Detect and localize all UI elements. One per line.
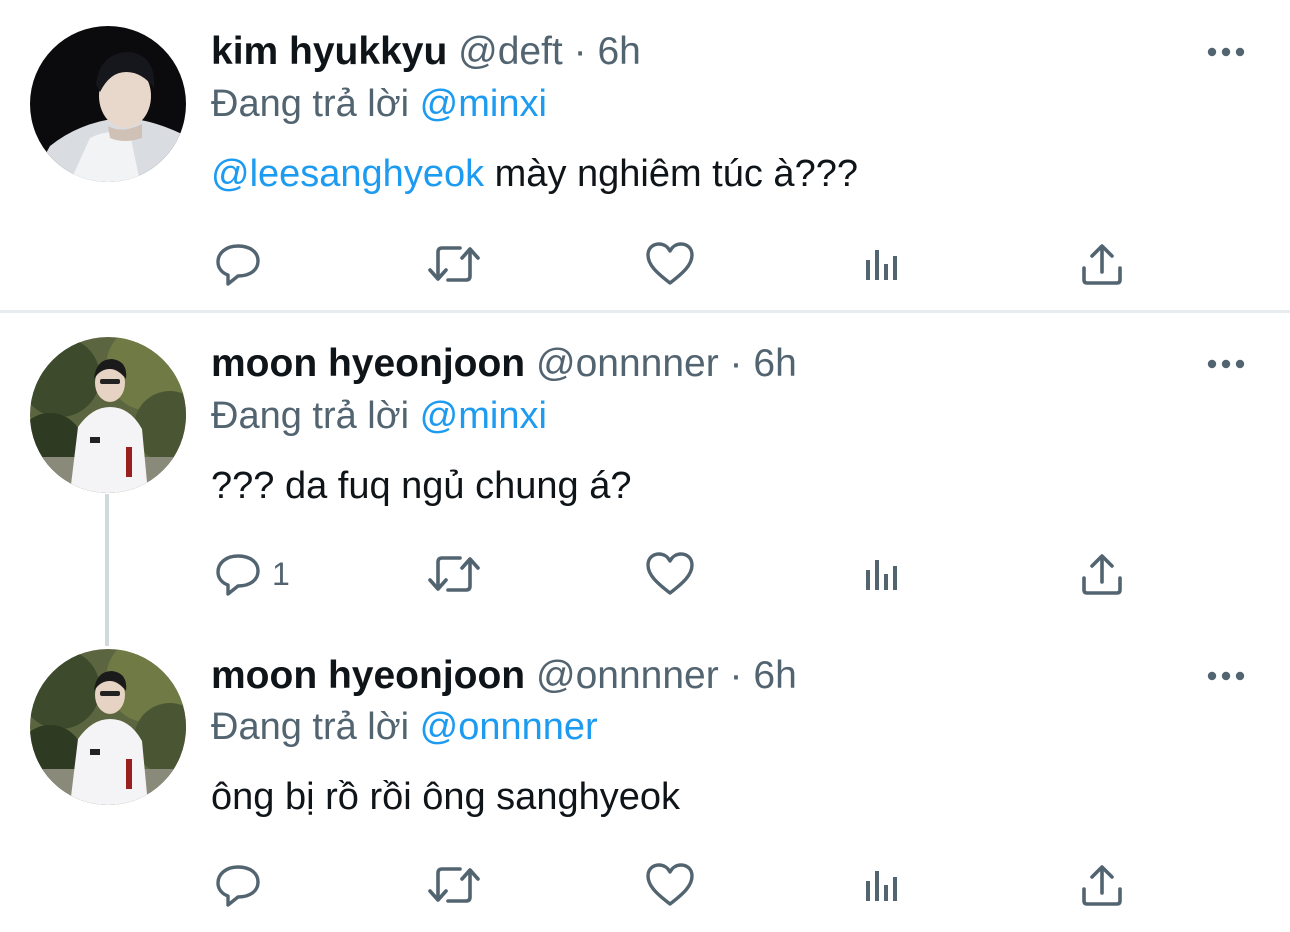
replying-to: Đang trả lời @minxi <box>211 393 547 439</box>
separator-dot: · <box>729 342 743 385</box>
replying-to-mention[interactable]: @onnnner <box>420 706 598 748</box>
tweet-header: moon hyeonjoon @onnnner · 6h <box>211 341 797 387</box>
retweet-icon <box>426 861 482 909</box>
heart-icon <box>645 241 695 287</box>
replying-to: Đang trả lời @onnnner <box>211 704 598 750</box>
replying-to-mention[interactable]: @minxi <box>420 83 547 125</box>
action-bar <box>0 857 1290 913</box>
separator-dot: · <box>573 30 587 73</box>
author-handle[interactable]: @deft <box>458 30 563 73</box>
tweet-text: ??? da fuq ngủ chung á? <box>211 463 632 509</box>
analytics-button[interactable] <box>864 546 904 602</box>
action-bar: 1 <box>0 546 1290 602</box>
author-handle[interactable]: @onnnner <box>536 342 719 385</box>
replying-to-label: Đang trả lời <box>211 395 410 437</box>
heart-icon <box>645 862 695 908</box>
reply-bubble-icon <box>214 861 262 909</box>
like-button[interactable] <box>645 546 695 602</box>
body-text: ông bị rồ rồi ông sanghyeok <box>211 776 680 818</box>
analytics-bars-icon <box>864 867 904 903</box>
retweet-button[interactable] <box>426 236 482 292</box>
reply-button[interactable] <box>214 236 262 292</box>
author-name[interactable]: moon hyeonjoon <box>211 342 525 385</box>
timestamp[interactable]: 6h <box>753 342 796 385</box>
reply-count: 1 <box>272 555 290 592</box>
body-text: ??? da fuq ngủ chung á? <box>211 465 632 507</box>
analytics-bars-icon <box>864 246 904 282</box>
more-button[interactable] <box>1206 44 1246 60</box>
avatar[interactable] <box>30 649 186 805</box>
tweet-header: moon hyeonjoon @onnnner · 6h <box>211 653 797 699</box>
author-handle[interactable]: @onnnner <box>536 654 719 697</box>
like-button[interactable] <box>645 236 695 292</box>
reply-bubble-icon <box>214 550 262 598</box>
tweet-1[interactable]: kim hyukkyu @deft · 6h Đang trả lời @min… <box>0 0 1290 310</box>
tweet-2[interactable]: moon hyeonjoon @onnnner · 6h Đang trả lờ… <box>0 313 1290 623</box>
reply-button[interactable] <box>214 857 262 913</box>
replying-to: Đang trả lời @minxi <box>211 81 547 127</box>
timestamp[interactable]: 6h <box>753 654 796 697</box>
reply-button[interactable]: 1 <box>214 546 290 602</box>
timestamp[interactable]: 6h <box>597 30 640 73</box>
retweet-icon <box>426 550 482 598</box>
body-text: mày nghiêm túc à??? <box>484 153 858 195</box>
like-button[interactable] <box>645 857 695 913</box>
avatar[interactable] <box>30 337 186 493</box>
tweet-3[interactable]: moon hyeonjoon @onnnner · 6h Đang trả lờ… <box>0 623 1290 932</box>
retweet-button[interactable] <box>426 546 482 602</box>
retweet-button[interactable] <box>426 857 482 913</box>
more-dots-icon <box>1206 668 1246 684</box>
avatar-outdoor-portrait-icon <box>30 649 186 805</box>
replying-to-label: Đang trả lời <box>211 706 410 748</box>
reply-bubble-icon <box>214 240 262 288</box>
tweet-text: @leesanghyeok mày nghiêm túc à??? <box>211 151 858 197</box>
more-dots-icon <box>1206 356 1246 372</box>
share-upload-icon <box>1080 552 1124 596</box>
more-button[interactable] <box>1206 668 1246 684</box>
share-button[interactable] <box>1080 546 1124 602</box>
avatar-outdoor-portrait-icon <box>30 337 186 493</box>
share-button[interactable] <box>1080 236 1124 292</box>
action-bar <box>0 236 1290 292</box>
avatar[interactable] <box>30 26 186 182</box>
share-button[interactable] <box>1080 857 1124 913</box>
share-upload-icon <box>1080 863 1124 907</box>
retweet-icon <box>426 240 482 288</box>
tweet-text: ông bị rồ rồi ông sanghyeok <box>211 774 680 820</box>
analytics-bars-icon <box>864 556 904 592</box>
author-name[interactable]: moon hyeonjoon <box>211 654 525 697</box>
more-dots-icon <box>1206 44 1246 60</box>
analytics-button[interactable] <box>864 857 904 913</box>
author-name[interactable]: kim hyukkyu <box>211 30 447 73</box>
separator-dot: · <box>729 654 743 697</box>
heart-icon <box>645 551 695 597</box>
tweet-header: kim hyukkyu @deft · 6h <box>211 29 641 75</box>
replying-to-mention[interactable]: @minxi <box>420 395 547 437</box>
body-mention[interactable]: @leesanghyeok <box>211 153 484 195</box>
replying-to-label: Đang trả lời <box>211 83 410 125</box>
share-upload-icon <box>1080 242 1124 286</box>
more-button[interactable] <box>1206 356 1246 372</box>
avatar-dark-portrait-icon <box>30 26 186 182</box>
analytics-button[interactable] <box>864 236 904 292</box>
